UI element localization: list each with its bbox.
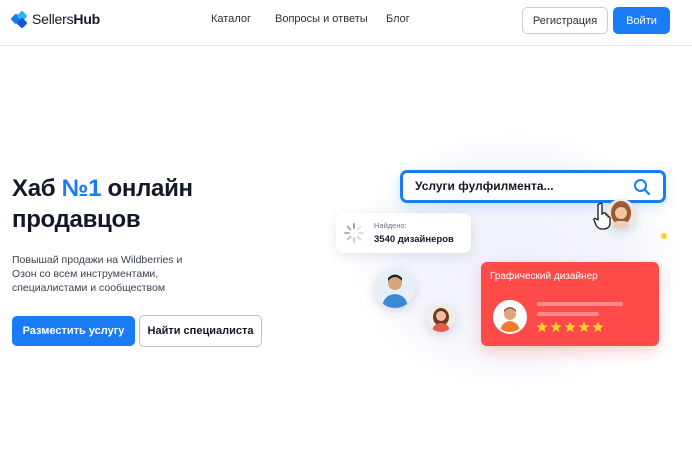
avatar-woman-mid (427, 304, 455, 332)
avatar-man (375, 268, 415, 308)
illustration-glow (350, 130, 680, 390)
found-count: 3540 дизайнеров (374, 234, 454, 245)
hero-title-accent: №1 (61, 175, 102, 202)
site-header: SellersHub Каталог Вопросы и ответы Блог… (0, 0, 692, 46)
designer-card: Графический дизайнер (481, 262, 659, 346)
search-box: Услуги фулфилмента... (400, 170, 666, 203)
decorative-dot (661, 233, 667, 239)
found-label: Найдено: (374, 221, 407, 230)
search-icon (634, 179, 651, 196)
placeholder-line (537, 302, 623, 306)
login-button[interactable]: Войти (613, 7, 670, 34)
search-text: Услуги фулфилмента... (415, 179, 554, 193)
nav-catalog[interactable]: Каталог (211, 13, 251, 25)
hero-subtitle: Повышай продажи на Wildberries и Озон со… (12, 254, 183, 294)
star-icon (578, 321, 590, 332)
hero-title: Хаб №1 онлайн продавцов (12, 173, 272, 235)
nav-faq[interactable]: Вопросы и ответы (275, 13, 368, 25)
hero-title-part1: Хаб (12, 175, 62, 202)
star-icon (536, 321, 548, 332)
star-icon (564, 321, 576, 332)
star-icon (550, 321, 562, 332)
placeholder-line (537, 312, 599, 316)
star-icon (592, 321, 604, 332)
cursor-hand-icon (593, 202, 611, 230)
register-button[interactable]: Регистрация (522, 7, 608, 34)
nav-blog[interactable]: Блог (386, 13, 410, 25)
found-card: Найдено: 3540 дизайнеров (336, 213, 471, 253)
designer-card-title: Графический дизайнер (490, 271, 598, 282)
post-service-button[interactable]: Разместить услугу (12, 316, 135, 346)
rating-stars (536, 321, 604, 333)
spinner-icon (344, 223, 364, 243)
find-specialist-button[interactable]: Найти специалиста (139, 315, 262, 347)
designer-avatar (493, 300, 527, 334)
